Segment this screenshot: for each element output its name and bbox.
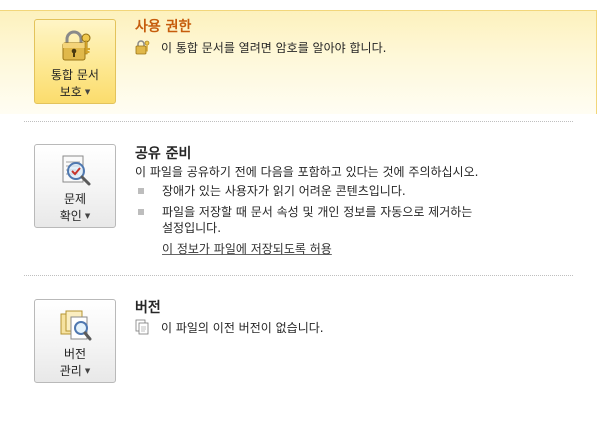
prepare-intro: 이 파일을 공유하기 전에 다음을 포함하고 있다는 것에 주의하십시오. xyxy=(135,165,479,179)
lock-key-icon xyxy=(135,40,150,55)
versions-description: 이 파일의 이전 버전이 없습니다. xyxy=(161,321,324,335)
prepare-bullet-1: 장애가 있는 사용자가 읽기 어려운 콘텐츠입니다. xyxy=(162,184,406,198)
manage-versions-button[interactable]: 버전 관리 ▼ xyxy=(34,299,116,383)
prepare-title: 공유 준비 xyxy=(135,146,192,162)
protect-workbook-button[interactable]: 통합 문서 보호 ▼ xyxy=(34,19,116,104)
permissions-section: 통합 문서 보호 ▼ 사용 권한 이 통합 문서를 열려면 암호를 알아야 합니다… xyxy=(0,10,597,114)
lock-key-icon xyxy=(62,30,91,61)
bullet-icon xyxy=(138,209,144,215)
section-divider xyxy=(24,121,573,122)
checklist-inspect-icon xyxy=(62,155,91,186)
dropdown-arrow-icon: ▼ xyxy=(84,88,91,96)
permissions-description: 이 통합 문서를 열려면 암호를 알아야 합니다. xyxy=(161,41,387,55)
check-for-issues-label-2: 확인 xyxy=(59,209,82,223)
prepare-bullet-2-line-1: 파일을 저장할 때 문서 속성 및 개인 정보를 자동으로 제거하는 xyxy=(162,205,473,219)
versions-icon xyxy=(60,310,92,341)
dropdown-arrow-icon: ▼ xyxy=(84,367,91,375)
dropdown-arrow-icon: ▼ xyxy=(84,212,91,220)
bullet-icon xyxy=(138,188,144,194)
prepare-bullet-2-line-2: 설정입니다. xyxy=(162,221,222,235)
section-divider xyxy=(24,275,573,276)
allow-save-info-link[interactable]: 이 정보가 파일에 저장되도록 허용 xyxy=(162,241,332,257)
versions-title: 버전 xyxy=(135,300,161,316)
manage-versions-label: 버전 xyxy=(63,347,87,361)
protect-workbook-label-2: 보호 xyxy=(59,85,82,99)
check-for-issues-button[interactable]: 문제 확인 ▼ xyxy=(34,144,116,228)
permissions-title: 사용 권한 xyxy=(135,19,192,35)
versions-icon xyxy=(135,319,149,335)
manage-versions-label-2: 관리 xyxy=(59,364,82,378)
protect-workbook-label: 통합 문서 xyxy=(51,68,99,82)
check-for-issues-label: 문제 xyxy=(63,192,87,206)
